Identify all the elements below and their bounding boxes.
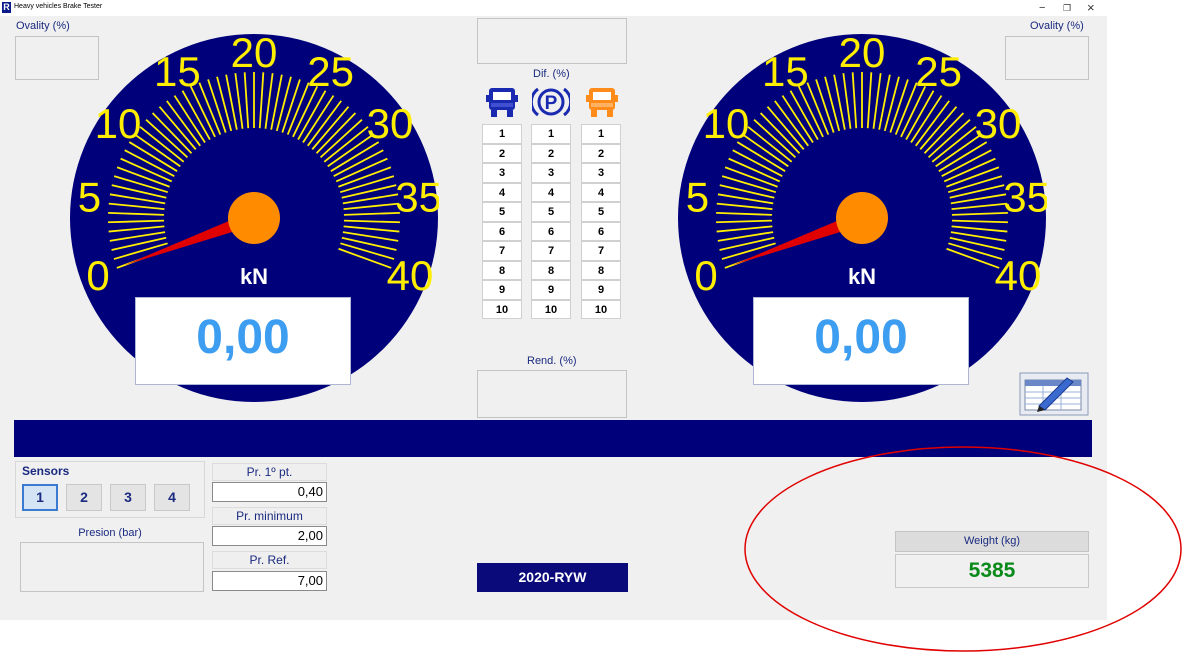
axle-cell[interactable]: 9 <box>482 280 522 300</box>
axle-cell[interactable]: 3 <box>581 163 621 183</box>
close-button[interactable]: × <box>1087 1 1095 15</box>
axle-cell[interactable]: 9 <box>581 280 621 300</box>
first-point-pressure-label: Pr. 1º pt. <box>212 463 327 481</box>
axle-cell[interactable]: 7 <box>581 241 621 261</box>
title-bar: R Heavy vehicles Brake Tester − ❐ × <box>0 0 1107 16</box>
parking-brake-icon: P <box>532 87 570 117</box>
axle-column-trailer: 1 2 3 4 5 6 7 8 9 10 <box>581 124 621 319</box>
axle-cell[interactable]: 10 <box>531 299 571 319</box>
minimize-button[interactable]: − <box>1039 1 1045 15</box>
axle-column-parking: 1 2 3 4 5 6 7 8 9 10 <box>531 124 571 319</box>
rend-label: Rend. (%) <box>527 355 577 367</box>
axle-cell[interactable]: 2 <box>581 143 621 163</box>
axle-cell[interactable]: 5 <box>531 202 571 222</box>
dif-display <box>477 18 627 64</box>
gauge-unit-label: kN <box>848 264 876 289</box>
axle-cell[interactable]: 7 <box>482 241 522 261</box>
reference-pressure-input[interactable]: 7,00 <box>212 571 327 591</box>
sensor-button-2[interactable]: 2 <box>66 484 102 511</box>
gauge-scale-label: 30 <box>975 100 1022 147</box>
reference-pressure-label: Pr. Ref. <box>212 551 327 569</box>
gauge-scale-label: 0 <box>694 252 717 299</box>
axle-cell[interactable]: 4 <box>482 182 522 202</box>
gauge-scale-label: 40 <box>995 252 1042 299</box>
gauge-hub <box>836 192 888 244</box>
gauge-scale-label: 15 <box>762 48 809 95</box>
axle-cell[interactable]: 10 <box>482 299 522 319</box>
gauge-scale-label: 35 <box>1003 173 1047 220</box>
axle-cell[interactable]: 8 <box>482 260 522 280</box>
sensor-button-1[interactable]: 1 <box>22 484 58 511</box>
first-point-pressure-input[interactable]: 0,40 <box>212 482 327 502</box>
minimum-pressure-label: Pr. minimum <box>212 507 327 525</box>
gauge-scale-label: 30 <box>367 100 414 147</box>
axle-cell[interactable]: 4 <box>531 182 571 202</box>
minimum-pressure-input[interactable]: 2,00 <box>212 526 327 546</box>
axle-cell[interactable]: 8 <box>581 260 621 280</box>
rend-display <box>477 370 627 418</box>
axle-cell[interactable]: 10 <box>581 299 621 319</box>
gauge-scale-label: 25 <box>307 48 354 95</box>
gauge-scale-label: 5 <box>686 173 709 220</box>
gauge-hub <box>228 192 280 244</box>
axle-cell[interactable]: 1 <box>531 124 571 144</box>
sensor-button-3[interactable]: 3 <box>110 484 146 511</box>
gauge-scale-label: 10 <box>703 100 750 147</box>
gauge-scale-label: 0 <box>86 252 109 299</box>
app-window: R Heavy vehicles Brake Tester − ❐ × Oval… <box>0 0 1107 620</box>
axle-cell[interactable]: 5 <box>482 202 522 222</box>
maximize-button[interactable]: ❐ <box>1063 1 1071 15</box>
gauge-scale-label: 25 <box>915 48 962 95</box>
axle-cell[interactable]: 3 <box>482 163 522 183</box>
sensors-group: Sensors 1 2 3 4 <box>15 461 205 518</box>
gauge-scale-label: 5 <box>78 173 101 220</box>
axle-cell[interactable]: 2 <box>531 143 571 163</box>
dif-label: Dif. (%) <box>533 68 570 80</box>
svg-text:P: P <box>545 93 558 114</box>
status-bar <box>14 420 1092 457</box>
pressure-display <box>20 542 204 592</box>
axle-cell[interactable]: 3 <box>531 163 571 183</box>
weight-value: 5385 <box>895 554 1089 588</box>
axle-cell[interactable]: 5 <box>581 202 621 222</box>
axle-cell[interactable]: 7 <box>531 241 571 261</box>
truck-icon-orange <box>586 88 618 117</box>
gauge-scale-label: 20 <box>231 29 278 76</box>
window-title: Heavy vehicles Brake Tester <box>14 3 103 10</box>
gauge-unit-label: kN <box>240 264 268 289</box>
truck-icon-blue <box>486 88 518 117</box>
app-logo-icon: R <box>2 2 11 13</box>
axle-cell[interactable]: 8 <box>531 260 571 280</box>
axle-cell[interactable]: 2 <box>482 143 522 163</box>
gauge-scale-label: 20 <box>839 29 886 76</box>
axle-cell[interactable]: 6 <box>531 221 571 241</box>
license-plate: 2020-RYW <box>477 563 628 592</box>
gauge-scale-label: 35 <box>395 173 439 220</box>
gauge-scale-label: 10 <box>95 100 142 147</box>
report-edit-button[interactable] <box>1019 372 1089 416</box>
right-force-readout: 0,00 <box>753 297 969 385</box>
axle-cell[interactable]: 6 <box>581 221 621 241</box>
pressure-label: Presion (bar) <box>78 527 142 539</box>
axle-cell[interactable]: 6 <box>482 221 522 241</box>
axle-cell[interactable]: 1 <box>482 124 522 144</box>
left-ovality-label: Ovality (%) <box>16 20 70 32</box>
left-force-readout: 0,00 <box>135 297 351 385</box>
axle-cell[interactable]: 9 <box>531 280 571 300</box>
sensors-title: Sensors <box>22 464 70 478</box>
gauge-scale-label: 15 <box>154 48 201 95</box>
weight-label: Weight (kg) <box>895 531 1089 552</box>
axle-column-service: 1 2 3 4 5 6 7 8 9 10 <box>482 124 522 319</box>
axle-cell[interactable]: 4 <box>581 182 621 202</box>
sensor-button-4[interactable]: 4 <box>154 484 190 511</box>
axle-cell[interactable]: 1 <box>581 124 621 144</box>
gauge-scale-label: 40 <box>387 252 434 299</box>
